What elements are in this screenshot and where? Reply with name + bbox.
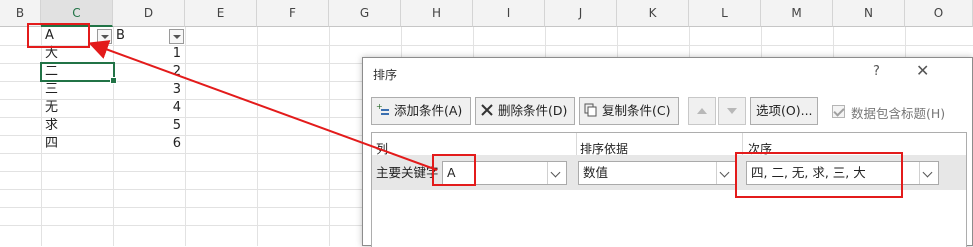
gridline <box>329 27 330 246</box>
column-header-f[interactable]: F <box>257 0 329 27</box>
cell-d2[interactable]: 1 <box>113 45 185 63</box>
annotation-box-column <box>432 154 476 186</box>
delete-condition-label: 删除条件(D) <box>498 103 568 118</box>
gridline <box>41 27 42 246</box>
active-cell-selection <box>40 62 117 84</box>
cell-d1-header[interactable]: B <box>116 27 166 45</box>
column-header-n[interactable]: N <box>833 0 905 27</box>
header-checkbox-label: 数据包含标题(H) <box>851 106 946 121</box>
options-label: 选项(O)... <box>756 103 813 118</box>
gridline <box>257 27 258 246</box>
move-up-button[interactable] <box>688 97 716 125</box>
sort-on-select-value: 数值 <box>583 165 609 180</box>
filter-dropdown-icon[interactable] <box>169 29 184 44</box>
chevron-down-icon[interactable] <box>716 162 735 184</box>
up-arrow-icon <box>697 108 707 114</box>
add-condition-label: 添加条件(A) <box>394 103 463 118</box>
add-condition-button[interactable]: + 添加条件(A) <box>371 97 471 125</box>
cell-d4[interactable]: 3 <box>113 81 185 99</box>
delete-condition-button[interactable]: 删除条件(D) <box>475 97 575 125</box>
column-header-m[interactable]: M <box>761 0 833 27</box>
help-icon[interactable]: ? <box>873 64 880 79</box>
header-separator <box>576 133 577 155</box>
cell-c4[interactable]: 三 <box>45 81 105 99</box>
copy-condition-button[interactable]: 复制条件(C) <box>579 97 679 125</box>
column-header-g[interactable]: G <box>329 0 401 27</box>
column-header-e[interactable]: E <box>185 0 257 27</box>
cell-d6[interactable]: 5 <box>113 117 185 135</box>
delete-x-icon <box>481 104 493 116</box>
column-header-h[interactable]: H <box>401 0 473 27</box>
column-header-o[interactable]: O <box>905 0 973 27</box>
header-checkbox[interactable] <box>832 105 845 118</box>
chevron-down-icon[interactable] <box>919 162 938 184</box>
cell-c6[interactable]: 求 <box>45 117 105 135</box>
column-header-l[interactable]: L <box>689 0 761 27</box>
move-down-button[interactable] <box>718 97 746 125</box>
column-header-i[interactable]: I <box>473 0 545 27</box>
down-arrow-icon <box>727 108 737 114</box>
copy-icon <box>584 103 597 117</box>
annotation-box-order <box>735 152 903 198</box>
svg-text:+: + <box>376 103 383 111</box>
filter-dropdown-icon[interactable] <box>97 29 112 44</box>
options-button[interactable]: 选项(O)... <box>750 97 818 125</box>
column-header-k[interactable]: K <box>617 0 689 27</box>
cell-c5[interactable]: 无 <box>45 99 105 117</box>
column-header-d[interactable]: D <box>113 0 185 27</box>
add-condition-icon: + <box>376 103 389 115</box>
primary-key-label: 主要关键字 <box>376 165 439 180</box>
sort-dialog: 排序 ? ✕ + 添加条件(A) 删除条件(D) 复制条件(C) 选项(O)..… <box>362 57 973 247</box>
sort-on-select[interactable]: 数值 <box>578 161 736 185</box>
column-header-j[interactable]: J <box>545 0 617 27</box>
cell-c7[interactable]: 四 <box>45 135 105 153</box>
copy-condition-label: 复制条件(C) <box>602 103 671 118</box>
cell-d3[interactable]: 2 <box>113 63 185 81</box>
close-icon[interactable]: ✕ <box>916 61 929 80</box>
cell-d7[interactable]: 6 <box>113 135 185 153</box>
cell-d5[interactable]: 4 <box>113 99 185 117</box>
gridline <box>185 27 186 246</box>
dialog-title: 排序 <box>373 68 398 82</box>
annotation-box-header <box>27 23 90 48</box>
chevron-down-icon[interactable] <box>547 162 566 184</box>
